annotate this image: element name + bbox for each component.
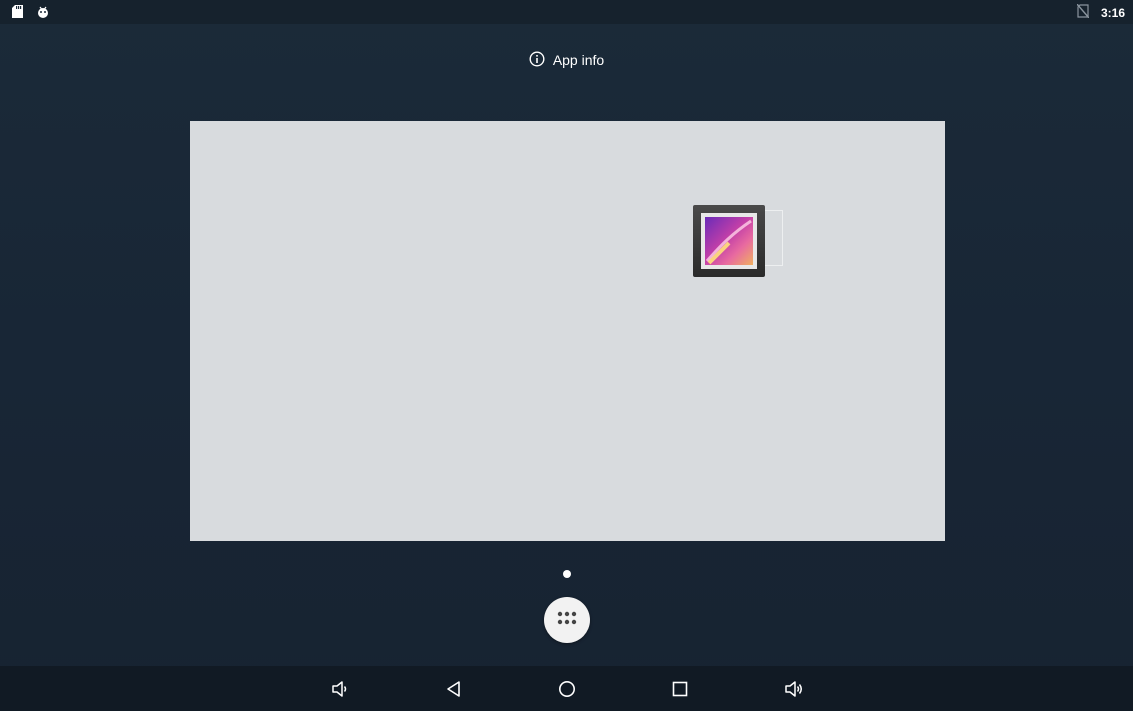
home-icon[interactable]: [556, 678, 578, 700]
app-info-label: App info: [552, 52, 605, 68]
info-icon: [529, 50, 545, 70]
status-clock: 3:16: [1100, 5, 1125, 20]
status-right-area: 3:16: [1076, 3, 1125, 21]
launcher-screen: 3:16 App info: [0, 0, 1133, 711]
status-left-icons: [12, 5, 49, 23]
sd-card-icon: [12, 5, 23, 23]
no-sim-icon: [1076, 3, 1090, 21]
page-indicator-dot: [563, 570, 571, 578]
volume-up-icon[interactable]: [783, 678, 805, 700]
drop-slot-outline: [765, 210, 783, 266]
workspace-preview[interactable]: [190, 121, 945, 541]
app-info-drop-target[interactable]: App info: [0, 48, 1133, 72]
all-apps-icon: [556, 610, 578, 631]
navigation-bar: [0, 666, 1133, 711]
android-debug-icon: [37, 5, 49, 23]
gallery-icon[interactable]: [693, 205, 765, 277]
recents-icon[interactable]: [669, 678, 691, 700]
status-bar: 3:16: [0, 0, 1133, 24]
volume-down-icon[interactable]: [329, 678, 351, 700]
all-apps-button[interactable]: [544, 597, 590, 643]
back-icon[interactable]: [443, 678, 465, 700]
